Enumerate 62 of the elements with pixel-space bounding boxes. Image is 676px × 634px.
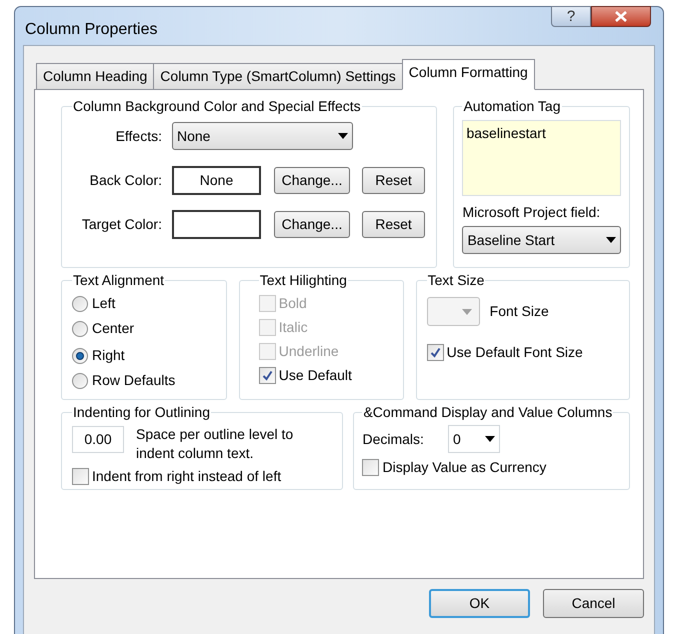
group-title: Text Hilighting — [258, 271, 348, 290]
field-label: Back Color: — [88, 170, 163, 190]
checkbox-label: Use Default Font Size — [446, 342, 583, 362]
checkbox[interactable] — [72, 468, 89, 484]
checkbox[interactable] — [426, 344, 444, 360]
color-swatch: None — [172, 166, 261, 194]
caret-icon — [338, 133, 348, 139]
tab[interactable]: Column Formatting — [402, 59, 535, 90]
group-title: Column Background Color and Special Effects — [72, 97, 362, 116]
radio-label: Left — [92, 294, 116, 313]
checkbox-label: Underline — [278, 342, 339, 360]
decimals-dropdown[interactable]: 0 — [448, 425, 500, 453]
checkbox-label: Display Value as Currency — [382, 458, 546, 477]
group-title: Text Alignment — [72, 271, 166, 290]
checkbox[interactable] — [258, 366, 276, 384]
group-title: Text Size — [426, 271, 486, 290]
push-button[interactable]: Change... — [274, 166, 350, 194]
group-title: Automation Tag — [462, 97, 562, 116]
push-button[interactable]: Reset — [362, 166, 425, 194]
group-title: &Command Display and Value Columns — [362, 403, 614, 422]
checkbox[interactable] — [362, 458, 380, 476]
window-title: Column Properties — [25, 20, 158, 40]
dialog-button[interactable]: Cancel — [543, 589, 644, 618]
radio-button[interactable] — [72, 320, 88, 336]
tag-text-area[interactable]: baselinestart — [462, 120, 621, 196]
field-label: Font Size — [490, 302, 549, 321]
push-button[interactable]: Change... — [274, 210, 350, 238]
indent-input[interactable]: 0.00 — [72, 426, 124, 453]
dropdown-value: 0 — [452, 430, 461, 448]
close-icon — [614, 11, 628, 22]
caret-icon — [606, 237, 616, 243]
field-label: Effects: — [114, 126, 163, 146]
caret-icon — [484, 436, 495, 442]
dialog-button[interactable]: OK — [429, 589, 530, 618]
help-button[interactable]: ? — [551, 6, 591, 27]
field-label: Decimals: — [362, 430, 424, 448]
checkbox-label: Bold — [278, 294, 307, 312]
group-title: Indenting for Outlining — [72, 403, 211, 422]
tab[interactable]: Column Type (SmartColumn) Settings — [153, 63, 403, 90]
radio-button[interactable] — [72, 296, 88, 312]
checkbox-label: Italic — [278, 318, 308, 336]
radio-button[interactable] — [72, 348, 88, 364]
dropdown-value: None — [177, 126, 210, 146]
caret-icon — [462, 308, 472, 314]
check-icon — [262, 370, 273, 380]
description-text: Space per outline level to indent column text. — [136, 425, 294, 463]
check-icon — [430, 346, 441, 358]
font-size-dropdown[interactable] — [426, 297, 480, 326]
radio-label: Center — [92, 319, 134, 338]
radio-button[interactable] — [72, 372, 88, 388]
dropdown-value: Baseline Start — [467, 230, 555, 250]
tab[interactable]: Column Heading — [36, 63, 154, 90]
radio-label: Row Defaults — [92, 371, 176, 390]
close-button[interactable] — [591, 6, 651, 27]
field-label: Microsoft Project field: — [462, 203, 602, 222]
effects-dropdown[interactable]: None — [172, 122, 353, 150]
push-button[interactable]: Reset — [362, 210, 425, 238]
checkbox-label: Indent from right instead of left — [92, 466, 282, 486]
checkbox-label: Use Default — [278, 366, 352, 384]
project-field-dropdown[interactable]: Baseline Start — [462, 226, 621, 254]
radio-label: Right — [92, 346, 125, 365]
field-label: Target Color: — [80, 214, 163, 234]
